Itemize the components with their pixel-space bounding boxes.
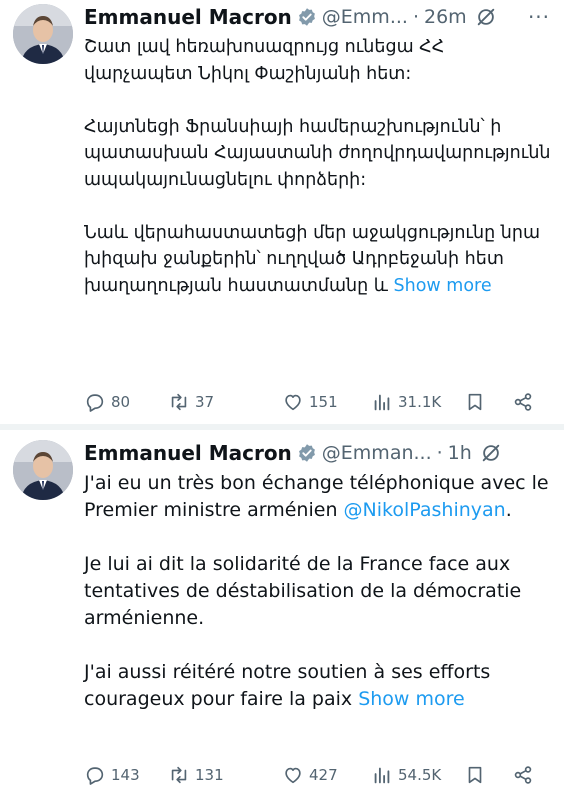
retweet-count: 37	[195, 393, 215, 411]
bookmark-button[interactable]	[464, 764, 486, 786]
tweet-header: Emmanuel Macron @Emm... · 26m	[84, 2, 554, 32]
tweet-paragraph: Je lui ai dit la solidarité de la France…	[84, 553, 522, 629]
separator-dot: ·	[412, 6, 419, 28]
retweet-count: 131	[195, 766, 224, 784]
author-handle[interactable]: @Emman...	[322, 442, 432, 464]
bookmark-icon	[468, 766, 482, 784]
avatar[interactable]	[13, 440, 73, 500]
author-name[interactable]: Emmanuel Macron	[84, 441, 292, 465]
share-button[interactable]	[512, 764, 534, 786]
like-icon	[285, 394, 301, 411]
reply-count: 80	[111, 393, 131, 411]
verified-badge-icon	[298, 444, 315, 462]
tweet-paragraph: Հայտնեցի Ֆրանսիայի համերաշխությունն՝ ի պ…	[84, 116, 551, 190]
like-count: 427	[309, 766, 338, 784]
tweet-paragraph: Նաև վերահաստատեցի մեր աջակցությունը նրա …	[84, 220, 554, 300]
like-button[interactable]: 151	[282, 391, 338, 413]
author-handle[interactable]: @Emm...	[322, 6, 408, 28]
share-button[interactable]	[512, 391, 534, 413]
reply-count: 143	[111, 766, 140, 784]
views-count: 54.5K	[398, 766, 442, 784]
more-options-button[interactable]: ···	[524, 2, 554, 32]
tweet-paragraph-end: .	[505, 499, 512, 521]
tweet-paragraph: J'ai eu un très bon échange téléphonique…	[84, 470, 554, 524]
bookmark-icon	[468, 393, 482, 411]
show-more-link[interactable]: Show more	[358, 688, 465, 710]
retweet-icon	[171, 766, 187, 784]
tweet-text: Շատ լավ հեռախոսազրույց ունեցա ՀՀ վարչապե…	[84, 34, 554, 299]
views-count: 31.1K	[398, 393, 442, 411]
like-icon	[285, 767, 301, 784]
like-button[interactable]: 427	[282, 764, 338, 786]
separator-dot: ·	[436, 442, 443, 464]
share-icon	[514, 766, 532, 784]
avatar-photo	[13, 440, 73, 500]
avatar-photo	[13, 4, 73, 64]
reply-icon	[86, 767, 104, 785]
retweet-button[interactable]: 37	[168, 391, 214, 413]
author-name[interactable]: Emmanuel Macron	[84, 5, 292, 29]
views-button[interactable]: 31.1K	[371, 391, 441, 413]
tweet-paragraph: Շատ լավ հեռախոսազրույց ունեցա ՀՀ վարչապե…	[84, 37, 445, 84]
tweet-actions: 80 37 151 31.1K	[84, 387, 550, 417]
timestamp[interactable]: 26m	[424, 6, 467, 28]
tweet-text: J'ai eu un très bon échange téléphonique…	[84, 470, 554, 713]
reply-icon	[86, 394, 104, 412]
bookmark-button[interactable]	[464, 391, 486, 413]
verified-badge-icon	[298, 8, 315, 26]
tweet[interactable]: Emmanuel Macron @Emman... · 1h J'ai eu u…	[0, 430, 564, 800]
mention-link[interactable]: @NikolPashinyan	[344, 499, 506, 521]
avatar[interactable]	[13, 4, 73, 64]
grok-icon[interactable]	[475, 6, 497, 28]
share-icon	[514, 393, 532, 411]
reply-button[interactable]: 143	[84, 764, 140, 786]
views-icon	[374, 767, 390, 784]
tweet-header: Emmanuel Macron @Emman... · 1h	[84, 438, 554, 468]
retweet-icon	[171, 393, 187, 411]
tweet-actions: 143 131 427 54.5K	[84, 760, 550, 790]
reply-button[interactable]: 80	[84, 391, 130, 413]
tweet[interactable]: Emmanuel Macron @Emm... · 26m ··· Շատ լա…	[0, 0, 564, 424]
views-icon	[374, 394, 390, 411]
timestamp[interactable]: 1h	[448, 442, 472, 464]
tweet-paragraph: J'ai aussi réitéré notre soutien à ses e…	[84, 659, 554, 713]
views-button[interactable]: 54.5K	[371, 764, 441, 786]
retweet-button[interactable]: 131	[168, 764, 224, 786]
like-count: 151	[309, 393, 338, 411]
show-more-link[interactable]: Show more	[394, 276, 492, 296]
grok-icon[interactable]	[480, 442, 502, 464]
